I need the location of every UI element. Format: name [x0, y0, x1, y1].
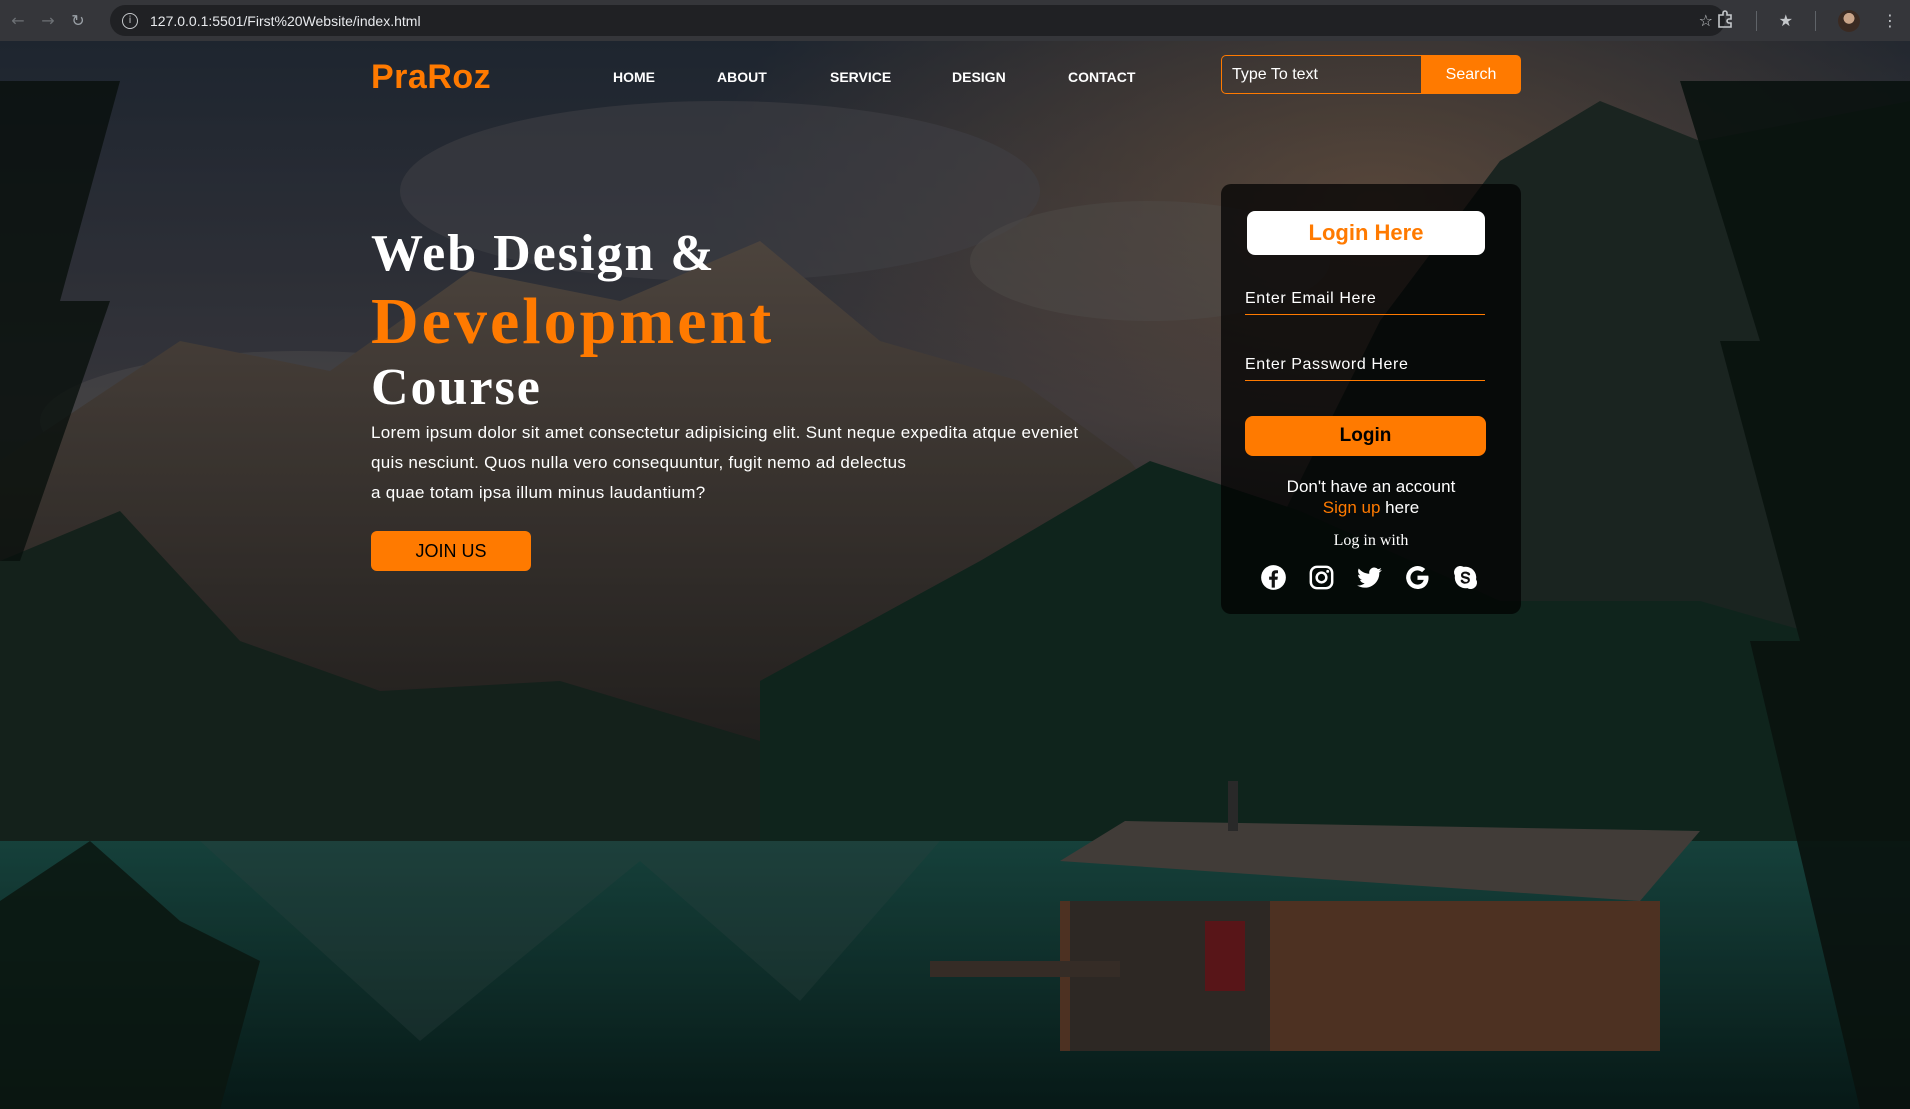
menu-kebab-icon[interactable]: ⋮ — [1882, 11, 1898, 30]
nav-about[interactable]: ABOUT — [717, 69, 767, 85]
signup-suffix: here — [1380, 498, 1420, 517]
hero-title-line3: Course — [371, 359, 542, 416]
search-bar: Search — [1221, 55, 1521, 94]
hero-description-line: quis nesciunt. Quos nulla vero consequun… — [371, 453, 907, 472]
skype-icon[interactable] — [1452, 564, 1479, 591]
twitter-icon[interactable] — [1356, 564, 1383, 591]
login-with-label: Log in with — [1333, 532, 1409, 549]
signup-link[interactable]: Sign up — [1323, 498, 1381, 517]
browser-actions: ★ ⋮ — [1716, 0, 1898, 41]
site-logo[interactable]: PraRoz — [371, 58, 491, 97]
email-field[interactable] — [1245, 283, 1485, 315]
forward-icon[interactable]: → — [36, 9, 60, 33]
site-info-icon[interactable]: i — [122, 12, 138, 29]
search-button[interactable]: Search — [1421, 55, 1521, 94]
nav-contact[interactable]: CONTACT — [1068, 69, 1135, 85]
profile-avatar[interactable] — [1838, 9, 1860, 32]
landscape-background — [0, 41, 1910, 1109]
toolbar-divider — [1755, 10, 1757, 31]
nav-design[interactable]: DESIGN — [952, 69, 1006, 85]
signup-prompt: Don't have an account Sign up here — [1221, 476, 1521, 518]
social-login-icons — [1260, 564, 1479, 591]
google-icon[interactable] — [1404, 564, 1431, 591]
login-card-title: Login Here — [1247, 211, 1485, 255]
toolbar-divider — [1815, 10, 1816, 31]
reload-icon[interactable]: ↻ — [66, 9, 90, 33]
no-account-text: Don't have an account — [1286, 477, 1456, 496]
nav-home[interactable]: HOME — [613, 69, 655, 85]
url-text: 127.0.0.1:5501/First%20Website/index.htm… — [150, 12, 421, 29]
hero-description-line: a quae totam ipsa illum minus laudantium… — [371, 483, 706, 502]
bookmark-star-icon[interactable]: ☆ — [1699, 11, 1713, 30]
hero-section: PraRoz HOME ABOUT SERVICE DESIGN CONTACT… — [0, 41, 1910, 1109]
facebook-icon[interactable] — [1260, 564, 1287, 591]
hero-title-highlight: Development — [371, 285, 775, 358]
password-field[interactable] — [1245, 349, 1485, 381]
login-button[interactable]: Login — [1245, 416, 1486, 456]
hero-description: Lorem ipsum dolor sit amet consectetur a… — [371, 418, 1151, 508]
join-us-button[interactable]: JOIN US — [371, 531, 531, 571]
signup-line: Sign up here — [1221, 497, 1521, 518]
login-card: Login Here Login Don't have an account S… — [1221, 184, 1521, 614]
back-icon[interactable]: ← — [6, 9, 30, 33]
hero-description-line: Lorem ipsum dolor sit amet consectetur a… — [371, 423, 1079, 442]
browser-toolbar: ← → ↻ i 127.0.0.1:5501/First%20Website/i… — [0, 0, 1910, 41]
extensions-icon[interactable] — [1716, 9, 1734, 32]
bookmarks-icon[interactable]: ★ — [1779, 11, 1793, 30]
address-bar[interactable]: i 127.0.0.1:5501/First%20Website/index.h… — [110, 5, 1725, 36]
instagram-icon[interactable] — [1308, 564, 1335, 591]
hero-title-line1: Web Design & — [371, 225, 716, 282]
nav-service[interactable]: SERVICE — [830, 69, 891, 85]
search-input[interactable] — [1221, 55, 1421, 94]
